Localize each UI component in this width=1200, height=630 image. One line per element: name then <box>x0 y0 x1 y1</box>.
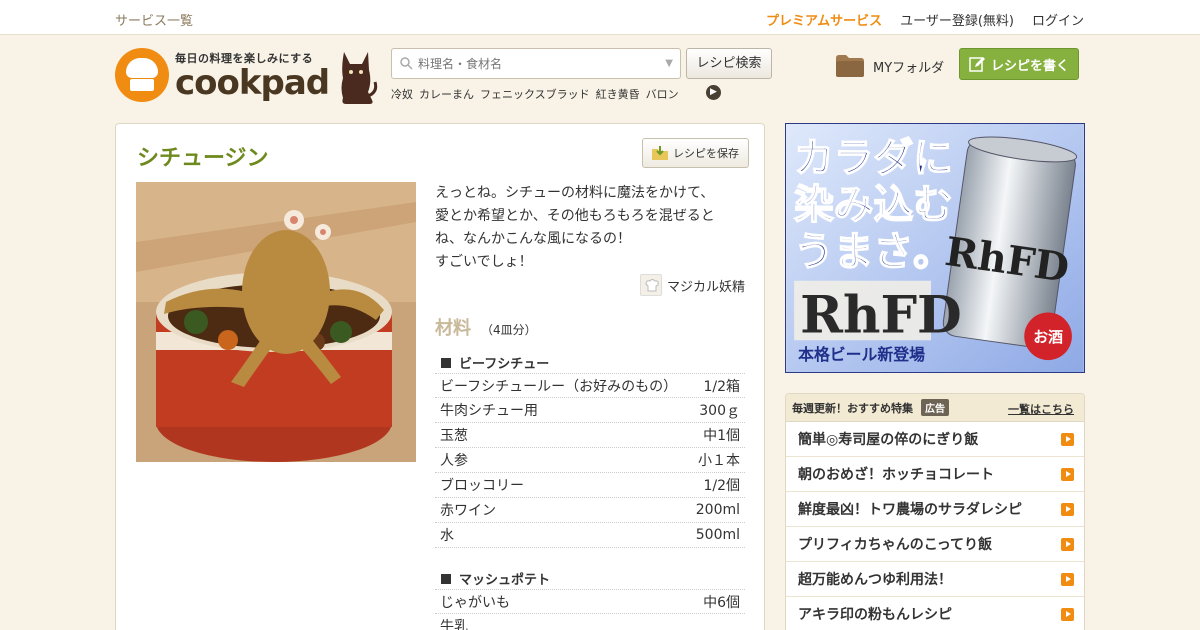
recipe-photo <box>136 182 416 462</box>
top-bar: サービス一覧 プレミアムサービス ユーザー登録(無料) ログイン <box>0 0 1200 35</box>
ad-headline-2: 染み込む <box>794 182 953 228</box>
featured-box: 毎週更新！おすすめ特集 広告 一覧はこちら 簡単◎寿司屋の倅のにぎり飯 朝のおめ… <box>785 393 1085 630</box>
ad-badge: 広告 <box>921 399 949 416</box>
ingredient-group-title: ビーフシチュー <box>441 353 549 372</box>
recipe-title: シチュージン <box>137 146 269 171</box>
write-recipe-label: レシピを書く <box>990 58 1069 74</box>
site-logo[interactable]: 毎日の料理を楽しみにする cookpad <box>115 48 330 103</box>
logo-wordmark: cookpad <box>175 63 330 103</box>
dropdown-caret-icon[interactable]: ▼ <box>665 58 673 69</box>
keyword-link[interactable]: バロン <box>646 86 679 102</box>
write-recipe-button[interactable]: レシピを書く <box>959 48 1079 80</box>
view-all-link[interactable]: 一覧はこちら <box>1008 401 1074 417</box>
author-name: マジカル妖精 <box>667 279 746 295</box>
author-avatar <box>640 274 662 296</box>
login-link[interactable]: ログイン <box>1032 10 1084 29</box>
save-folder-icon <box>652 146 668 160</box>
featured-item[interactable]: 鮮度最凶！トワ農場のサラダレシピ <box>786 492 1084 527</box>
ingredients-heading: 材料 （4皿分） <box>435 318 537 339</box>
featured-heading: 毎週更新！おすすめ特集 <box>792 401 913 415</box>
recipe-description: えっとね。シチューの材料に魔法をかけて、 愛とか希望とか、その他もろもろを混ぜる… <box>435 185 715 270</box>
author-link[interactable]: マジカル妖精 <box>640 274 745 296</box>
ad-subheadline: 本格ビール新登場 <box>798 345 925 364</box>
ingredient-list: ビーフシチュールー（お好みのもの） 1/2箱 牛肉シチュー用 300ｇ 玉葱 中1個 … <box>435 373 745 548</box>
ingredient-row: 玉葱 中1個 <box>435 423 745 448</box>
search-input[interactable] <box>418 55 658 73</box>
keywords-next-icon[interactable]: ▶ <box>706 85 721 100</box>
featured-item[interactable]: アキラ印の粉もんレシピ <box>786 597 1084 630</box>
ad-alcohol-badge: お酒 <box>1033 328 1063 346</box>
arrow-right-icon <box>1061 468 1074 481</box>
keyword-link[interactable]: 紅き黄昏 <box>596 86 640 102</box>
ingredient-group-title: マッシュポテト <box>441 569 550 588</box>
recipe-search-button[interactable]: レシピ検索 <box>686 48 772 79</box>
arrow-right-icon <box>1061 573 1074 586</box>
ingredient-row: ブロッコリー 1/2個 <box>435 473 745 498</box>
servings: （4皿分） <box>481 323 537 337</box>
featured-header: 毎週更新！おすすめ特集 広告 一覧はこちら <box>786 394 1084 422</box>
keyword-link[interactable]: フェニックスブラッド <box>480 86 590 102</box>
my-folder-label: MYフォルダ <box>873 60 945 76</box>
my-folder-link[interactable]: MYフォルダ <box>836 55 944 77</box>
top-nav: プレミアムサービス ユーザー登録(無料) ログイン <box>766 10 1084 29</box>
keyword-link[interactable]: カレーまん <box>419 86 474 102</box>
services-link[interactable]: サービス一覧 <box>115 10 193 29</box>
featured-item[interactable]: 朝のおめざ！ホッチョコレート <box>786 457 1084 492</box>
ingredient-row: 人参 小１本 <box>435 448 745 473</box>
beer-advertisement[interactable]: RhFD カラダに 染み込む うまさ。 RhFD 本格ビール新登場 お酒 <box>785 123 1085 373</box>
arrow-right-icon <box>1061 538 1074 551</box>
ingredient-row: ビーフシチュールー（お好みのもの） 1/2箱 <box>435 373 745 398</box>
featured-item[interactable]: プリフィカちゃんのこってり飯 <box>786 527 1084 562</box>
arrow-right-icon <box>1061 433 1074 446</box>
ingredient-row: 赤ワイン 200ml <box>435 498 745 523</box>
folder-icon <box>836 55 864 77</box>
ad-headline-1: カラダに <box>794 136 953 182</box>
arrow-right-icon <box>1061 608 1074 621</box>
recipe-card: シチュージン レシピを保存 えっとね。シチューの材料に魔法をかけて、 愛とか希望… <box>115 123 765 630</box>
ingredient-row: じゃがいも 中6個 <box>435 589 745 614</box>
search-icon <box>400 57 413 70</box>
premium-link[interactable]: プレミアムサービス <box>766 10 882 29</box>
ingredient-list: じゃがいも 中6個 牛乳 <box>435 589 745 630</box>
ingredient-row: 牛肉シチュー用 300ｇ <box>435 398 745 423</box>
featured-item[interactable]: 簡単◎寿司屋の倅のにぎり飯 <box>786 422 1084 457</box>
pencil-icon <box>969 57 985 72</box>
search-box: ▼ <box>391 48 681 79</box>
save-recipe-label: レシピを保存 <box>673 147 739 160</box>
chef-hat-icon <box>115 48 169 102</box>
ad-headline-3: うまさ。 <box>794 229 953 275</box>
cat-mascot-icon <box>341 52 378 104</box>
register-link[interactable]: ユーザー登録(無料) <box>900 10 1014 29</box>
save-recipe-button[interactable]: レシピを保存 <box>642 138 749 168</box>
ingredient-row: 水 500ml <box>435 523 745 548</box>
arrow-right-icon <box>1061 503 1074 516</box>
ingredient-row: 牛乳 <box>435 614 745 630</box>
featured-item[interactable]: 超万能めんつゆ利用法！ <box>786 562 1084 597</box>
trending-keywords: 冷奴 カレーまん フェニックスブラッド 紅き黄昏 バロン <box>391 86 679 102</box>
ad-product-name: RhFD <box>800 285 962 345</box>
keyword-link[interactable]: 冷奴 <box>391 86 413 102</box>
